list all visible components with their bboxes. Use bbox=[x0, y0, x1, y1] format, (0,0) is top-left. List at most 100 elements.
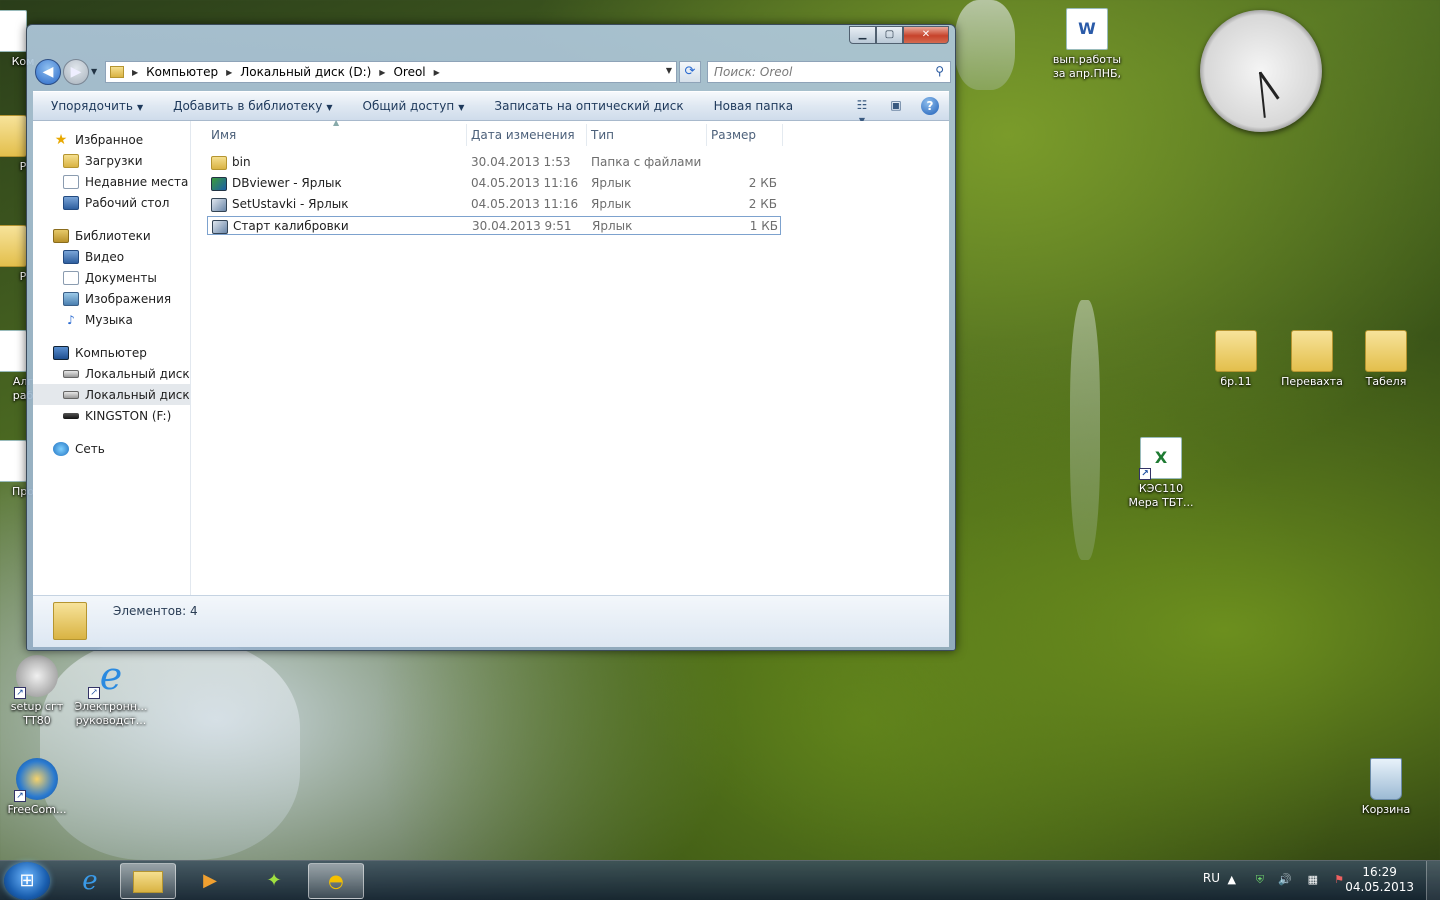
refresh-button[interactable]: ⟳ bbox=[679, 61, 701, 83]
desktop-icon-folder-perevakhta[interactable]: Перевахта bbox=[1272, 330, 1352, 389]
taskbar-app-helmet[interactable]: ◓ bbox=[308, 863, 364, 899]
nav-music[interactable]: ♪ Музыка bbox=[33, 309, 190, 330]
organize-button[interactable]: Упорядочить ▼ bbox=[51, 99, 143, 113]
address-bar[interactable]: ▶ Компьютер ▶ Локальный диск (D:) ▶ Oreo… bbox=[105, 61, 677, 83]
desktop-icon-excel[interactable]: X ↗ КЭС110 Мера ТБТ... bbox=[1121, 437, 1201, 510]
forward-button[interactable]: ▶ bbox=[63, 59, 89, 85]
desktop-icon-freecommander[interactable]: ↗ FreeCom... bbox=[0, 758, 77, 817]
show-hidden-icons-icon[interactable]: ▲ bbox=[1228, 873, 1236, 886]
nav-libraries[interactable]: Библиотеки bbox=[33, 225, 190, 246]
column-header-name[interactable]: Имя bbox=[207, 124, 467, 146]
setup-icon: ↗ bbox=[14, 655, 58, 699]
column-header-date[interactable]: Дата изменения bbox=[467, 124, 587, 146]
file-type: Папка с файлами bbox=[591, 155, 702, 169]
share-button[interactable]: Общий доступ ▼ bbox=[363, 99, 465, 113]
documents-icon bbox=[63, 270, 79, 285]
nav-favorites[interactable]: ★ Избранное bbox=[33, 129, 190, 150]
drive-icon bbox=[63, 390, 79, 399]
taskbar-media-player[interactable]: ▶ bbox=[182, 863, 238, 899]
nav-documents[interactable]: Документы bbox=[33, 267, 190, 288]
nav-label: Музыка bbox=[85, 312, 133, 327]
caption-buttons: ▁ ▢ ✕ bbox=[849, 26, 949, 44]
taskbar-clock[interactable]: 16:29 04.05.2013 bbox=[1345, 865, 1414, 895]
add-to-library-button[interactable]: Добавить в библиотеку ▼ bbox=[173, 99, 332, 113]
desktop-icon-folder-br11[interactable]: бр.11 bbox=[1196, 330, 1276, 389]
action-center-icon[interactable]: ⚑ bbox=[1334, 873, 1344, 886]
desktop-icon-setup[interactable]: ↗ setup сгт ТТ80 bbox=[0, 655, 77, 728]
clock-gadget[interactable] bbox=[1200, 10, 1322, 132]
network-status-icon[interactable]: ▦ bbox=[1308, 873, 1318, 886]
desktop-icon-word-doc[interactable]: W вып.работы за апр.ПНБ, bbox=[1047, 8, 1127, 81]
nav-label: Библиотеки bbox=[75, 228, 151, 243]
taskbar-explorer[interactable] bbox=[120, 863, 176, 899]
nav-images[interactable]: Изображения bbox=[33, 288, 190, 309]
file-row[interactable]: DBviewer - Ярлык 04.05.2013 11:16 Ярлык … bbox=[207, 174, 781, 193]
desktop-icon-label: КЭС110 Мера ТБТ... bbox=[1128, 482, 1194, 509]
breadcrumb-computer[interactable]: Компьютер bbox=[146, 65, 218, 79]
video-icon bbox=[63, 249, 79, 264]
desktop-icon-manual[interactable]: e ↗ Электронн... руководст... bbox=[71, 655, 151, 728]
explorer-window[interactable]: ▁ ▢ ✕ ◀ ▶ ▼ ▶ Компьютер ▶ Локальный диск… bbox=[26, 24, 956, 651]
music-icon: ♪ bbox=[67, 312, 75, 327]
taskbar-app[interactable]: ✦ bbox=[246, 863, 302, 899]
nav-drive-d[interactable]: Локальный диск (D bbox=[33, 384, 190, 405]
breadcrumb-chevron-icon[interactable]: ▶ bbox=[434, 68, 440, 77]
nav-label: Сеть bbox=[75, 441, 105, 456]
breadcrumb-chevron-icon[interactable]: ▶ bbox=[226, 68, 232, 77]
file-size: 1 КБ bbox=[749, 219, 778, 233]
file-name-cell: DBviewer - Ярлык bbox=[211, 174, 342, 193]
help-icon[interactable]: ? bbox=[921, 97, 939, 115]
recent-pages-dropdown[interactable]: ▼ bbox=[91, 67, 97, 76]
view-options-icon[interactable]: ☷ ▼ bbox=[853, 98, 871, 125]
language-indicator[interactable]: RU bbox=[1203, 871, 1220, 885]
preview-pane-icon[interactable]: ▣ bbox=[887, 98, 905, 114]
breadcrumb-drive-d[interactable]: Локальный диск (D:) bbox=[240, 65, 371, 79]
new-folder-button[interactable]: Новая папка bbox=[714, 99, 793, 113]
shortcut-app-icon bbox=[212, 219, 228, 234]
maximize-button[interactable]: ▢ bbox=[876, 26, 903, 44]
file-row-selected[interactable]: Старт калибровки 30.04.2013 9:51 Ярлык 1… bbox=[207, 216, 781, 235]
nav-kingston[interactable]: KINGSTON (F:) bbox=[33, 405, 190, 426]
add-library-label: Добавить в библиотеку bbox=[173, 99, 323, 113]
taskbar-internet-explorer[interactable]: e bbox=[62, 863, 118, 899]
column-header-size[interactable]: Размер bbox=[707, 124, 783, 146]
file-row[interactable]: SetUstavki - Ярлык 04.05.2013 11:16 Ярлы… bbox=[207, 195, 781, 214]
file-name: DBviewer - Ярлык bbox=[232, 176, 342, 190]
column-header-type[interactable]: Тип bbox=[587, 124, 707, 146]
nav-recent-places[interactable]: Недавние места bbox=[33, 171, 190, 192]
nav-computer[interactable]: Компьютер bbox=[33, 342, 190, 363]
minimize-button[interactable]: ▁ bbox=[849, 26, 876, 44]
file-row[interactable]: bin 30.04.2013 1:53 Папка с файлами bbox=[207, 153, 781, 172]
file-name-cell: SetUstavki - Ярлык bbox=[211, 195, 349, 214]
nav-drive-c[interactable]: Локальный диск (C bbox=[33, 363, 190, 384]
desktop-icon-folder-tabelya[interactable]: Табеля bbox=[1346, 330, 1426, 389]
nav-video[interactable]: Видео bbox=[33, 246, 190, 267]
address-history-dropdown[interactable]: ▼ bbox=[666, 66, 672, 75]
back-button[interactable]: ◀ bbox=[35, 59, 61, 85]
desktop-icon-recycle-bin[interactable]: Корзина bbox=[1346, 758, 1426, 817]
start-button[interactable]: ⊞ bbox=[4, 862, 50, 900]
nav-downloads[interactable]: Загрузки bbox=[33, 150, 190, 171]
burn-button[interactable]: Записать на оптический диск bbox=[494, 99, 683, 113]
show-desktop-button[interactable] bbox=[1426, 861, 1440, 900]
nav-network[interactable]: Сеть bbox=[33, 438, 190, 459]
clock-time: 16:29 bbox=[1362, 865, 1397, 879]
desktop-icon-label: Табеля bbox=[1365, 375, 1407, 388]
security-icon[interactable]: ⛨ bbox=[1256, 873, 1264, 887]
close-button[interactable]: ✕ bbox=[903, 26, 949, 44]
program-icon bbox=[0, 440, 27, 482]
breadcrumb-oreol[interactable]: Oreol bbox=[393, 65, 425, 79]
internet-explorer-icon: e ↗ bbox=[88, 655, 132, 699]
volume-icon[interactable]: 🔊 bbox=[1278, 873, 1292, 886]
search-input[interactable]: Поиск: Oreol ⚲ bbox=[707, 61, 951, 83]
document-icon bbox=[0, 330, 27, 372]
clock-date: 04.05.2013 bbox=[1345, 880, 1414, 894]
view-controls: ☷ ▼ ▣ ? bbox=[853, 97, 939, 125]
nav-label: Локальный диск (D bbox=[85, 387, 190, 402]
star-icon: ★ bbox=[54, 131, 68, 148]
breadcrumb-chevron-icon[interactable]: ▶ bbox=[132, 68, 138, 77]
breadcrumb-chevron-icon[interactable]: ▶ bbox=[379, 68, 385, 77]
waterfall-top bbox=[955, 0, 1015, 90]
nav-desktop[interactable]: Рабочий стол bbox=[33, 192, 190, 213]
